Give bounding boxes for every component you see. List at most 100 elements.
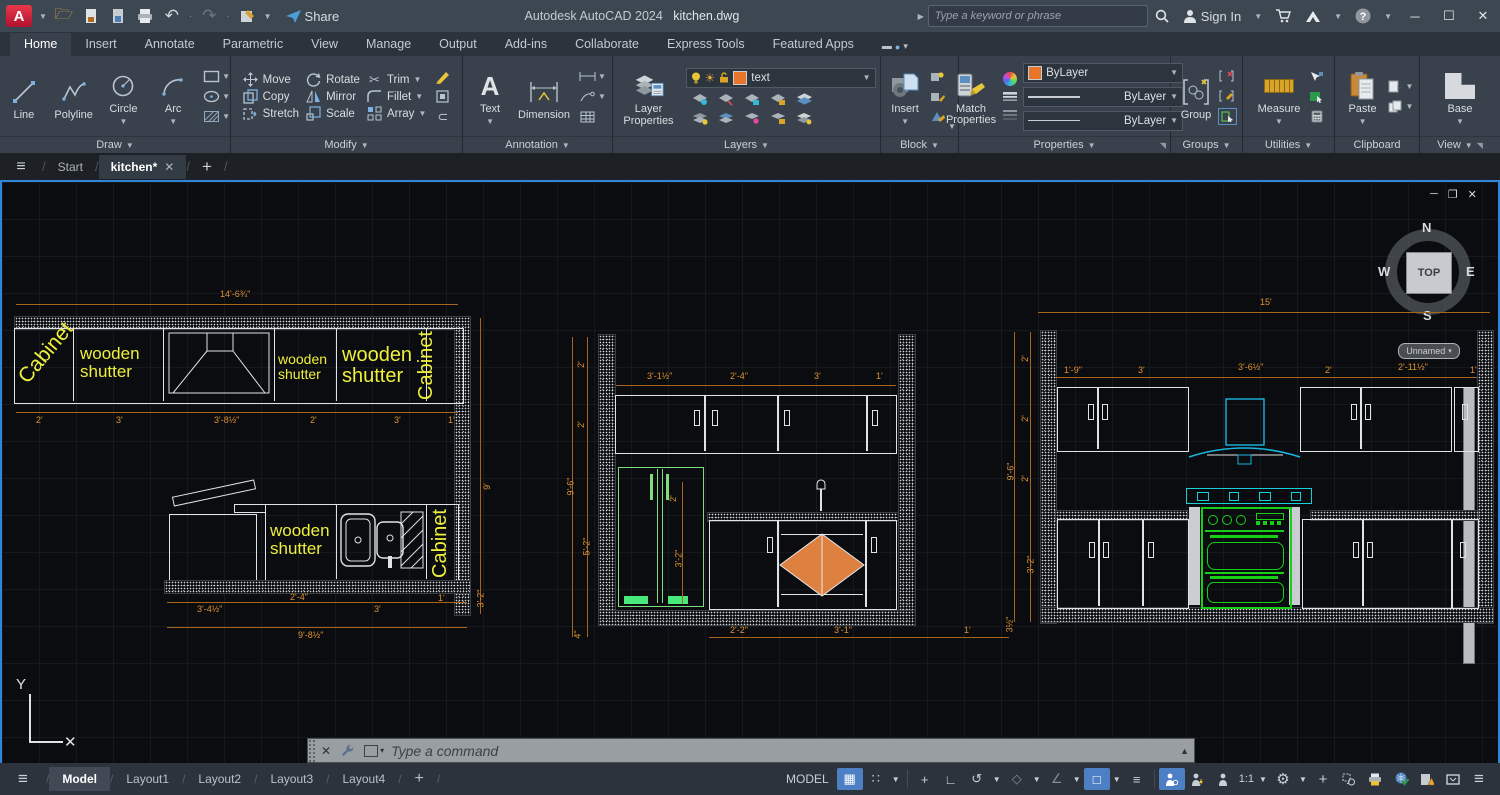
autodesk-logo-icon[interactable] xyxy=(1305,10,1321,23)
layer-properties-button[interactable]: Layer Properties xyxy=(618,67,680,127)
panel-label-properties[interactable]: Properties▼◥ xyxy=(959,136,1170,153)
dimension-button[interactable]: Dimension xyxy=(513,73,575,121)
help-search[interactable] xyxy=(928,5,1148,27)
chevron-down-icon[interactable]: ▼ xyxy=(222,72,230,81)
ellipse-button[interactable]: ▼ xyxy=(203,89,230,104)
command-grip[interactable] xyxy=(308,739,316,762)
doc-minimize-icon[interactable]: ─ xyxy=(1430,188,1438,201)
quick-select-icon[interactable] xyxy=(1308,89,1325,104)
erase-button[interactable] xyxy=(434,69,451,84)
polar-tracking-toggle[interactable]: ↺ xyxy=(964,768,990,790)
isometric-drafting-toggle[interactable]: ◇ xyxy=(1004,768,1030,790)
close-tab-icon[interactable]: ✕ xyxy=(164,160,174,174)
chevron-down-icon[interactable]: ▼ xyxy=(1254,12,1262,21)
dialog-launcher-icon[interactable]: ◥ xyxy=(1477,141,1483,150)
unnamed-view-badge[interactable]: Unnamed▾ xyxy=(1398,343,1460,359)
id-point-icon[interactable] xyxy=(1308,69,1325,84)
chevron-down-icon[interactable]: ▼ xyxy=(889,768,903,790)
chevron-down-icon[interactable]: ▼ xyxy=(1406,82,1414,91)
chevron-down-icon[interactable]: ▼ xyxy=(1359,117,1367,126)
layer-prev-icon[interactable] xyxy=(744,111,761,126)
transparency-icon[interactable] xyxy=(1001,107,1018,122)
save-icon[interactable] xyxy=(81,7,101,25)
snap-toggle[interactable]: ∷ xyxy=(863,768,889,790)
search-input[interactable] xyxy=(933,9,1143,23)
ungroup-icon[interactable] xyxy=(1218,68,1235,83)
file-tab-kitchen[interactable]: kitchen* ✕ xyxy=(99,155,187,179)
command-customize-wrench-icon[interactable] xyxy=(341,744,354,757)
chevron-down-icon[interactable]: ▼ xyxy=(418,109,426,118)
command-history-icon[interactable]: ▲ xyxy=(1180,746,1189,756)
layer-states-icon[interactable] xyxy=(796,92,813,107)
move-button[interactable]: Move xyxy=(242,72,299,87)
drawing-canvas[interactable]: ─ ❐ ✕ N W E S TOP 14'-6¾" Cabinet wooden… xyxy=(0,180,1500,765)
tab-annotate[interactable]: Annotate xyxy=(131,33,209,56)
block-attributes-icon[interactable] xyxy=(929,109,946,124)
group-edit-icon[interactable] xyxy=(1218,88,1235,103)
panel-label-view[interactable]: View▼◥ xyxy=(1420,136,1500,153)
object-color-select[interactable]: ByLayer▼ xyxy=(1023,63,1183,83)
explode-button[interactable] xyxy=(434,89,451,104)
rotate-button[interactable]: Rotate xyxy=(305,72,360,87)
chevron-down-icon[interactable]: ▼ xyxy=(863,73,871,82)
chevron-down-icon[interactable]: ▼ xyxy=(415,92,423,101)
close-button[interactable]: ✕ xyxy=(1466,0,1500,32)
save-as-icon[interactable] xyxy=(108,7,128,25)
cut-button[interactable]: ✂▼ xyxy=(1387,79,1414,94)
scale-button[interactable]: Scale xyxy=(305,106,360,121)
chevron-down-icon[interactable]: ▼ xyxy=(1384,12,1392,21)
layer-walk-icon[interactable] xyxy=(796,111,813,126)
search-history-icon[interactable]: ▶ xyxy=(918,12,924,21)
sign-in-button[interactable]: Sign In xyxy=(1183,9,1241,24)
mirror-button[interactable]: Mirror xyxy=(305,89,360,104)
isolate-objects-button[interactable] xyxy=(1336,768,1362,790)
chevron-down-icon[interactable]: ▼ xyxy=(222,112,230,121)
layer-make-current-icon[interactable] xyxy=(692,111,709,126)
array-button[interactable]: Array▼ xyxy=(366,106,426,121)
layout1-tab[interactable]: Layout1 xyxy=(113,767,182,791)
rectangle-button[interactable]: ▼ xyxy=(203,69,230,84)
dialog-launcher-icon[interactable]: ◥ xyxy=(1160,141,1166,150)
chevron-down-icon[interactable]: ▼ xyxy=(1334,12,1342,21)
chevron-down-icon[interactable]: ▼ xyxy=(1030,768,1044,790)
help-icon[interactable]: ? xyxy=(1355,8,1371,24)
layer-sun-icon[interactable]: ☀ xyxy=(705,71,716,85)
layout3-tab[interactable]: Layout3 xyxy=(257,767,326,791)
copy-clip-button[interactable]: ▼ xyxy=(1387,99,1414,114)
panel-label-draw[interactable]: Draw▼ xyxy=(0,136,230,153)
circle-button[interactable]: Circle ▼ xyxy=(100,67,148,126)
chevron-down-icon[interactable]: ▼ xyxy=(169,117,177,126)
autocad-logo[interactable]: A xyxy=(6,5,32,27)
app-store-cart-icon[interactable] xyxy=(1275,9,1291,23)
group-button[interactable]: Group xyxy=(1176,73,1216,121)
tab-output[interactable]: Output xyxy=(425,33,491,56)
layer-lock-icon[interactable] xyxy=(719,72,729,83)
layer-off-icon[interactable] xyxy=(692,92,709,107)
chevron-down-icon[interactable]: ▼ xyxy=(486,117,494,126)
ribbon-display-toggle[interactable]: ▬●▾ xyxy=(876,37,914,56)
annotation-scale-value[interactable]: 1:1 xyxy=(1239,773,1254,785)
viewcube-east[interactable]: E xyxy=(1466,264,1475,279)
quick-calculator-icon[interactable] xyxy=(1308,109,1325,124)
layer-freeze-icon[interactable] xyxy=(744,92,761,107)
tab-view[interactable]: View xyxy=(297,33,352,56)
leader-button[interactable]: ▼ xyxy=(579,89,606,104)
chevron-down-icon[interactable]: ▼ xyxy=(1256,768,1270,790)
print-icon[interactable] xyxy=(135,7,155,25)
command-input[interactable] xyxy=(389,742,1175,760)
arc-button[interactable]: Arc ▼ xyxy=(149,67,197,126)
tab-collaborate[interactable]: Collaborate xyxy=(561,33,653,56)
layer-color-swatch[interactable] xyxy=(733,71,747,85)
annotation-scale-button[interactable] xyxy=(1211,768,1237,790)
line-button[interactable]: Line xyxy=(0,73,48,121)
base-button[interactable]: Base ▼ xyxy=(1437,67,1483,126)
insert-button[interactable]: Insert ▼ xyxy=(883,67,927,126)
chevron-down-icon[interactable]: ▼ xyxy=(414,75,422,84)
layout2-tab[interactable]: Layout2 xyxy=(185,767,254,791)
annotation-visibility-toggle[interactable] xyxy=(1159,768,1185,790)
ortho-toggle[interactable]: ∟ xyxy=(938,768,964,790)
workspace-switching-gear[interactable]: ⚙ xyxy=(1270,768,1296,790)
tab-parametric[interactable]: Parametric xyxy=(209,33,297,56)
redo-chevron-icon[interactable]: · xyxy=(226,11,229,22)
command-close-icon[interactable]: ✕ xyxy=(321,744,331,758)
